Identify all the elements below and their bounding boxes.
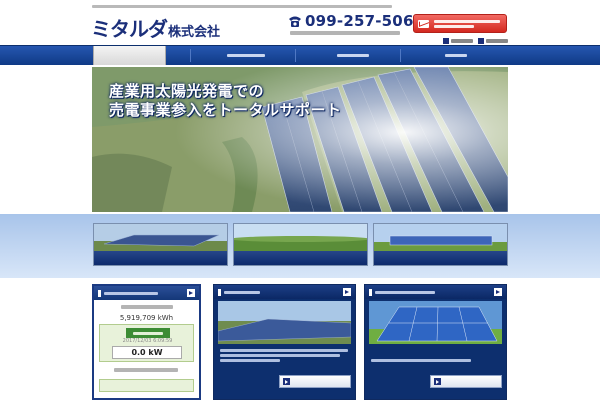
panel-description bbox=[220, 347, 350, 362]
feature-card-subdivision-sales[interactable] bbox=[373, 223, 508, 266]
hero-title-line1: 産業用太陽光発電での bbox=[109, 82, 265, 100]
phone-number[interactable]: 099-257-5063 bbox=[305, 12, 424, 30]
current-output-label bbox=[126, 328, 170, 338]
nav-item-2[interactable] bbox=[205, 46, 289, 65]
monitor-timestamp: 2017/12/03 6:09:59 bbox=[122, 338, 173, 344]
current-output-box: 2017/12/03 6:09:59 0.0 kW bbox=[99, 324, 194, 362]
info-panel-1 bbox=[213, 284, 356, 400]
phone-icon bbox=[289, 16, 301, 27]
feature-caption bbox=[374, 251, 507, 265]
util-link-2[interactable] bbox=[478, 38, 508, 44]
feature-card-industrial-solar[interactable] bbox=[93, 223, 228, 266]
header-tagline bbox=[92, 4, 392, 10]
feature-caption bbox=[234, 251, 367, 265]
panel-header[interactable] bbox=[365, 285, 506, 299]
panel-header[interactable] bbox=[214, 285, 355, 299]
co2-reduction-value bbox=[99, 379, 194, 392]
contact-button[interactable] bbox=[413, 14, 507, 33]
panel-photo bbox=[218, 301, 351, 344]
today-generation-label bbox=[114, 368, 178, 372]
total-generation-value: 5,919,709 kWh bbox=[119, 314, 174, 322]
power-monitor-widget: 5,919,709 kWh 2017/12/03 6:09:59 0.0 kW bbox=[92, 284, 201, 400]
feature-photo bbox=[94, 224, 227, 251]
more-details-button[interactable] bbox=[279, 375, 351, 388]
panel-photo bbox=[369, 301, 502, 344]
monitor-header[interactable] bbox=[94, 286, 199, 300]
square-icon bbox=[443, 38, 449, 44]
current-output-value: 0.0 kW bbox=[112, 346, 182, 359]
mail-icon bbox=[418, 20, 429, 28]
nav-item-4[interactable] bbox=[415, 46, 499, 65]
logo-mark: ミタルダ bbox=[91, 17, 168, 41]
arrow-right-icon bbox=[343, 288, 351, 296]
square-icon bbox=[478, 38, 484, 44]
panel-description bbox=[371, 357, 501, 362]
business-hours bbox=[290, 31, 400, 35]
feature-caption bbox=[94, 251, 227, 265]
total-generation-label bbox=[121, 305, 173, 309]
info-panel-2 bbox=[364, 284, 507, 400]
global-nav bbox=[0, 45, 600, 65]
hero-banner: 産業用太陽光発電での 売電事業参入をトータルサポート bbox=[92, 67, 508, 212]
nav-item-home[interactable] bbox=[93, 46, 166, 65]
site-header: ミタルダ株式会社 099-257-5063 bbox=[0, 0, 600, 45]
feature-card-land-recruitment[interactable] bbox=[233, 223, 368, 266]
nav-item-3[interactable] bbox=[313, 46, 397, 65]
contact-button-label bbox=[434, 18, 502, 28]
arrow-right-icon bbox=[187, 289, 195, 297]
more-details-button[interactable] bbox=[430, 375, 502, 388]
arrow-right-icon bbox=[494, 288, 502, 296]
feature-photo bbox=[234, 224, 367, 251]
feature-photo bbox=[374, 224, 507, 251]
logo-company-suffix: 株式会社 bbox=[168, 25, 221, 40]
util-link-1[interactable] bbox=[443, 38, 473, 44]
company-logo[interactable]: ミタルダ株式会社 bbox=[91, 13, 220, 42]
hero-title-line2: 売電事業参入をトータルサポート bbox=[109, 101, 342, 119]
